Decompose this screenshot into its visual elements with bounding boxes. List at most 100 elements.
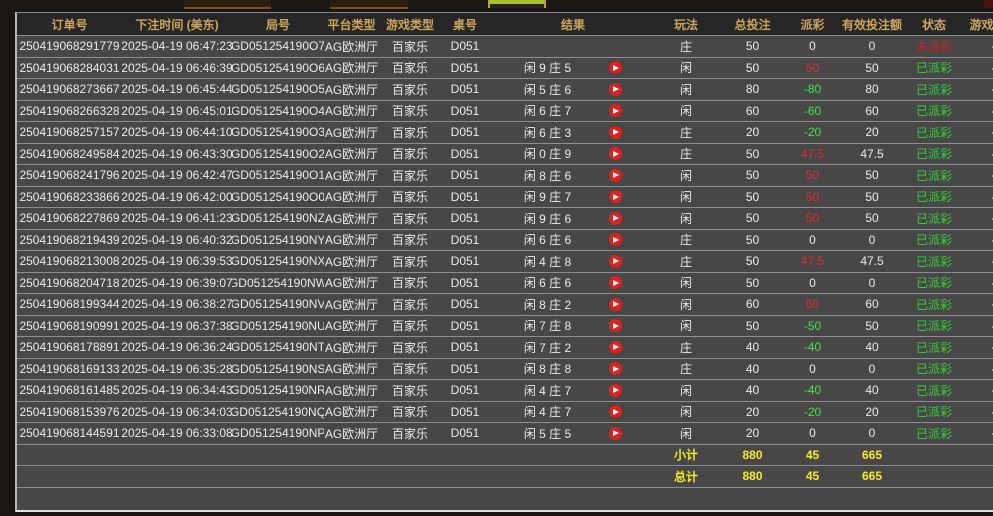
game-result-dash: - [959, 316, 993, 337]
round-number: GD051254190O4 [232, 101, 324, 122]
bet-time: 2025-04-19 06:43:30 [122, 144, 232, 165]
result-cell: 闲 7 庄 2 [489, 337, 657, 358]
result-text: 闲 7 庄 8 [524, 317, 571, 334]
table-number: D051 [441, 79, 489, 100]
game-result-dash: - [959, 230, 993, 251]
game-type: 百家乐 [379, 122, 441, 143]
result-cell: 闲 4 庄 7 [489, 402, 657, 423]
video-play-icon[interactable] [609, 298, 622, 311]
payout-amount: 50 [790, 187, 835, 208]
bet-time: 2025-04-19 06:45:01 [122, 101, 232, 122]
table-header-row: 订单号 下注时间 (美东) 局号 平台类型 游戏类型 桌号 结果 玩法 总投注 … [17, 13, 993, 35]
header-bet-time: 下注时间 (美东) [122, 13, 232, 35]
result-cell: 闲 5 庄 5 [489, 423, 657, 444]
status-badge: 已派彩 [909, 294, 959, 315]
bet-option: 闲 [657, 402, 715, 423]
partial-button-selected[interactable] [488, 0, 546, 8]
status-badge: 已派彩 [909, 101, 959, 122]
bet-option: 庄 [657, 144, 715, 165]
video-play-icon[interactable] [609, 83, 622, 96]
grand-total-row: 总计 880 45 665 [17, 465, 993, 487]
partial-button-2[interactable] [330, 0, 408, 9]
result-text: 闲 6 庄 6 [524, 231, 571, 248]
result-text: 闲 8 庄 2 [524, 296, 571, 313]
platform-type: AG欧洲厅 [324, 402, 379, 423]
order-number: 250419068169133 [17, 359, 122, 380]
total-bet: 50 [715, 273, 790, 294]
video-play-icon[interactable] [609, 427, 622, 440]
video-play-icon[interactable] [609, 104, 622, 117]
bet-option: 庄 [657, 36, 715, 57]
header-play-type: 玩法 [657, 13, 715, 35]
video-play-icon[interactable] [609, 233, 622, 246]
video-play-icon[interactable] [609, 319, 622, 332]
total-bet: 50 [715, 208, 790, 229]
game-type: 百家乐 [379, 294, 441, 315]
table-row: 250419068249584 2025-04-19 06:43:30 GD05… [17, 143, 993, 165]
table-number: D051 [441, 58, 489, 79]
status-badge: 已派彩 [909, 251, 959, 272]
bet-time: 2025-04-19 06:38:27 [122, 294, 232, 315]
bet-option: 闲 [657, 165, 715, 186]
round-number: GD051254190O7 [232, 36, 324, 57]
result-cell: 闲 6 庄 3 [489, 122, 657, 143]
valid-bet: 20 [835, 402, 909, 423]
game-type: 百家乐 [379, 402, 441, 423]
platform-type: AG欧洲厅 [324, 380, 379, 401]
video-play-icon[interactable] [609, 126, 622, 139]
bet-time: 2025-04-19 06:47:23 [122, 36, 232, 57]
result-text: 闲 6 庄 7 [524, 102, 571, 119]
status-badge: 已派彩 [909, 122, 959, 143]
round-number: GD051254190O1 [232, 165, 324, 186]
total-bet: 20 [715, 122, 790, 143]
table-number: D051 [441, 294, 489, 315]
round-number: GD051254190NR [232, 380, 324, 401]
order-number: 250419068291779 [17, 36, 122, 57]
grand-total-label: 总计 [657, 466, 715, 487]
payout-amount: -80 [790, 79, 835, 100]
result-cell: 闲 9 庄 7 [489, 187, 657, 208]
total-bet: 50 [715, 165, 790, 186]
order-number: 250419068249584 [17, 144, 122, 165]
platform-type: AG欧洲厅 [324, 122, 379, 143]
total-bet: 50 [715, 230, 790, 251]
bet-time: 2025-04-19 06:33:08 [122, 423, 232, 444]
subtotal-payout: 45 [790, 445, 835, 466]
video-play-icon[interactable] [609, 147, 622, 160]
video-play-icon[interactable] [609, 362, 622, 375]
subtotal-label: 小计 [657, 445, 715, 466]
result-text: 闲 4 庄 8 [524, 253, 571, 270]
bet-time: 2025-04-19 06:40:32 [122, 230, 232, 251]
table-number: D051 [441, 402, 489, 423]
table-row: 250419068291779 2025-04-19 06:47:23 GD05… [17, 35, 993, 57]
video-play-icon[interactable] [609, 405, 622, 418]
status-badge: 已派彩 [909, 423, 959, 444]
video-play-icon[interactable] [609, 255, 622, 268]
order-number: 250419068284031 [17, 58, 122, 79]
bet-time: 2025-04-19 06:39:53 [122, 251, 232, 272]
result-cell [489, 36, 657, 57]
video-play-icon[interactable] [609, 212, 622, 225]
payout-amount: 0 [790, 359, 835, 380]
game-type: 百家乐 [379, 273, 441, 294]
video-play-icon[interactable] [609, 341, 622, 354]
partial-button-1[interactable] [184, 0, 271, 9]
table-row: 250419068153976 2025-04-19 06:34:03 GD05… [17, 401, 993, 423]
video-play-icon[interactable] [609, 384, 622, 397]
video-play-icon[interactable] [609, 190, 622, 203]
table-body: 250419068291779 2025-04-19 06:47:23 GD05… [17, 35, 993, 444]
round-number: GD051254190NP [232, 423, 324, 444]
video-play-icon[interactable] [609, 61, 622, 74]
table-row: 250419068284031 2025-04-19 06:46:39 GD05… [17, 57, 993, 79]
result-text: 闲 6 庄 3 [524, 124, 571, 141]
game-result-dash: - [959, 101, 993, 122]
valid-bet: 0 [835, 230, 909, 251]
header-status: 状态 [909, 13, 959, 35]
bet-option: 闲 [657, 187, 715, 208]
video-play-icon[interactable] [609, 276, 622, 289]
game-type: 百家乐 [379, 144, 441, 165]
video-play-icon[interactable] [609, 169, 622, 182]
bet-time: 2025-04-19 06:42:47 [122, 165, 232, 186]
table-number: D051 [441, 316, 489, 337]
round-number: GD051254190NY [232, 230, 324, 251]
